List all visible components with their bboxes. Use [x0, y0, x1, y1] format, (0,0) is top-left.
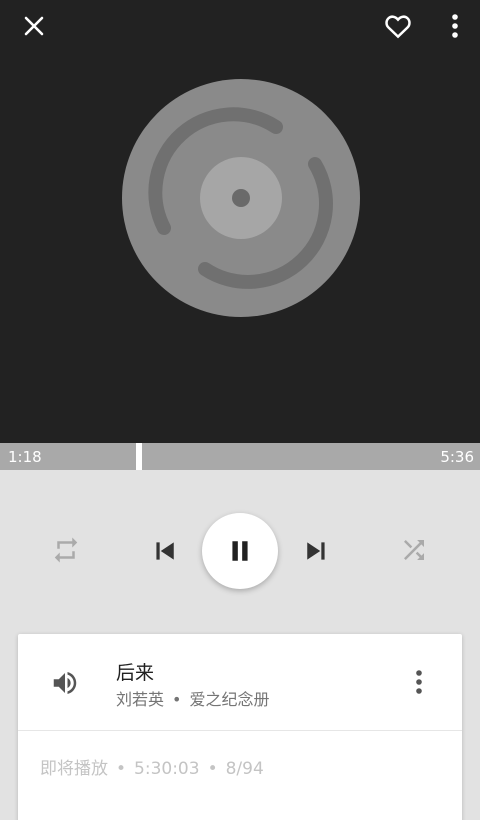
current-track-row[interactable]: 后来 刘若英 • 爱之纪念册: [18, 634, 462, 731]
elapsed-time: 1:18: [8, 448, 42, 466]
separator-dot: •: [172, 690, 182, 709]
album-art-area: [0, 0, 480, 443]
play-pause-button[interactable]: [202, 513, 278, 589]
more-vert-icon: [416, 670, 422, 694]
playback-controls: [0, 500, 480, 604]
queue-position: 8/94: [225, 759, 264, 779]
favorite-button[interactable]: [378, 6, 418, 46]
repeat-button[interactable]: [44, 528, 88, 572]
separator-dot: •: [207, 759, 218, 779]
track-title: 后来: [116, 662, 155, 684]
track-more-button[interactable]: [404, 664, 434, 700]
total-time: 5:36: [440, 448, 474, 466]
shuffle-button[interactable]: [392, 528, 436, 572]
more-options-button[interactable]: [435, 6, 475, 46]
close-icon: [24, 16, 44, 36]
skip-next-icon: [307, 542, 325, 560]
previous-button[interactable]: [142, 529, 186, 573]
up-next-summary: 即将播放 • 5:30:03 • 8/94: [40, 754, 264, 779]
volume-icon: [53, 672, 77, 694]
seek-bar-thumb[interactable]: [136, 443, 142, 470]
track-subtitle: 刘若英 • 爱之纪念册: [116, 686, 269, 710]
separator-dot: •: [116, 759, 127, 779]
queue-remaining-time: 5:30:03: [134, 759, 200, 779]
shuffle-icon: [404, 540, 424, 560]
up-next-label: 即将播放: [40, 759, 108, 779]
track-artist: 刘若英: [116, 690, 165, 709]
heart-outline-icon: [385, 15, 411, 39]
skip-previous-icon: [156, 542, 174, 560]
track-album: 爱之纪念册: [189, 690, 270, 709]
album-disc-placeholder: [122, 79, 360, 317]
seek-bar[interactable]: 1:18 5:36: [0, 443, 480, 470]
now-playing-card: 后来 刘若英 • 爱之纪念册 即将播放 • 5:30:03 • 8/94: [18, 634, 462, 820]
more-vert-icon: [452, 14, 458, 38]
next-button[interactable]: [295, 529, 339, 573]
repeat-icon: [54, 537, 78, 563]
close-button[interactable]: [14, 6, 54, 46]
pause-icon: [232, 541, 248, 561]
